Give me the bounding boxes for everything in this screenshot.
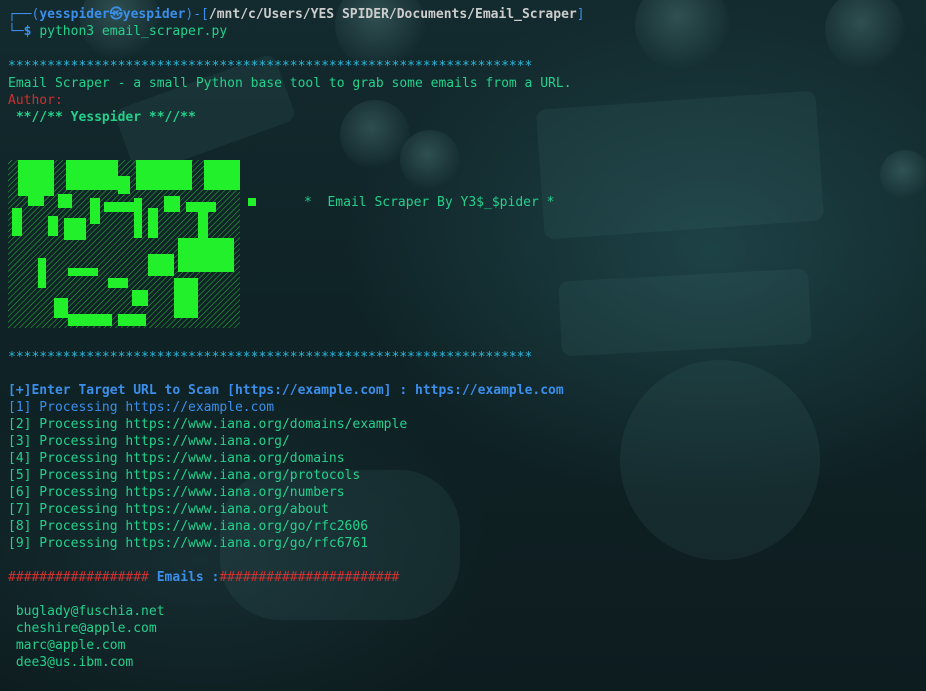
ascii-art-figure — [8, 160, 256, 328]
processing-index: [4] — [8, 451, 32, 466]
processing-index: [3] — [8, 434, 32, 449]
processing-text: Processing https://www.iana.org/about — [31, 502, 329, 517]
processing-text: Processing https://www.iana.org/protocol… — [31, 468, 361, 483]
email-item: buglady@fuschia.net — [8, 604, 165, 619]
processing-line: [1] Processing https://example.com — [8, 399, 274, 416]
ascii-art-tagline: * Email Scraper By Y3$_$pider * — [304, 195, 555, 210]
processing-text: Processing https://www.iana.org/go/rfc26… — [31, 519, 369, 534]
prompt-path-open: )-[ — [185, 7, 209, 22]
processing-index: [6] — [8, 485, 32, 500]
email-item: cheshire@apple.com — [8, 621, 157, 636]
processing-text: Processing https://www.iana.org/domains/… — [31, 417, 408, 432]
prompt-path: /mnt/c/Users/YES SPIDER/Documents/Email_… — [208, 7, 577, 22]
banner-author-label: Author: — [8, 93, 63, 108]
prompt-path-close: ] — [576, 7, 585, 22]
processing-text: Processing https://www.iana.org/ — [31, 434, 290, 449]
email-item: marc@apple.com — [8, 638, 126, 653]
banner-stars-bottom: ****************************************… — [8, 350, 533, 365]
prompt-frame-top: ┌──( — [8, 7, 40, 22]
processing-index: [2] — [8, 417, 32, 432]
processing-line: [9] Processing https://www.iana.org/go/r… — [8, 535, 368, 552]
processing-index: [7] — [8, 502, 32, 517]
processing-text: Processing https://www.iana.org/numbers — [31, 485, 345, 500]
emails-header-label: Emails : — [156, 570, 220, 585]
email-item: dee3@us.ibm.com — [8, 655, 134, 670]
url-entered-value[interactable]: https://example.com — [415, 383, 564, 398]
emails-header-left-hashes: ################## — [8, 570, 157, 585]
processing-index: [8] — [8, 519, 32, 534]
prompt-dollar: $ — [23, 24, 32, 39]
processing-index: [1] — [8, 400, 32, 415]
processing-line: [7] Processing https://www.iana.org/abou… — [8, 501, 329, 518]
url-enter-prompt: [+]Enter Target URL to Scan [https://exa… — [8, 383, 415, 398]
prompt-at-symbol: ㉿ — [109, 7, 123, 22]
url-input-line[interactable]: [+]Enter Target URL to Scan [https://exa… — [8, 382, 564, 399]
processing-line: [3] Processing https://www.iana.org/ — [8, 433, 290, 450]
processing-line: [6] Processing https://www.iana.org/numb… — [8, 484, 345, 501]
processing-line: [4] Processing https://www.iana.org/doma… — [8, 450, 345, 467]
command-text: python3 email_scraper.py — [39, 24, 228, 39]
emails-header-right-hashes: ####################### — [219, 570, 400, 585]
processing-line: [5] Processing https://www.iana.org/prot… — [8, 467, 360, 484]
processing-text: Processing https://www.iana.org/go/rfc67… — [31, 536, 369, 551]
processing-text: Processing https://www.iana.org/domains — [31, 451, 345, 466]
processing-line: [8] Processing https://www.iana.org/go/r… — [8, 518, 368, 535]
prompt-line: ┌──(yesspider㉿yespider)-[/mnt/c/Users/YE… — [8, 6, 585, 23]
command-line: └─$ python3 email_scraper.py — [8, 23, 227, 40]
prompt-host: yespider — [122, 7, 186, 22]
banner-stars-top: ****************************************… — [8, 59, 533, 74]
processing-line: [2] Processing https://www.iana.org/doma… — [8, 416, 407, 433]
emails-header: ################## Emails :#############… — [8, 569, 399, 586]
banner-author-name: **//** Yesspider **//** — [8, 110, 196, 125]
terminal-output: ┌──(yesspider㉿yespider)-[/mnt/c/Users/YE… — [0, 0, 926, 691]
prompt-user: yesspider — [39, 7, 110, 22]
banner-description: Email Scraper - a small Python base tool… — [8, 76, 572, 91]
processing-index: [9] — [8, 536, 32, 551]
processing-text: Processing https://example.com — [31, 400, 275, 415]
prompt-frame-bottom: └─ — [8, 24, 24, 39]
processing-index: [5] — [8, 468, 32, 483]
